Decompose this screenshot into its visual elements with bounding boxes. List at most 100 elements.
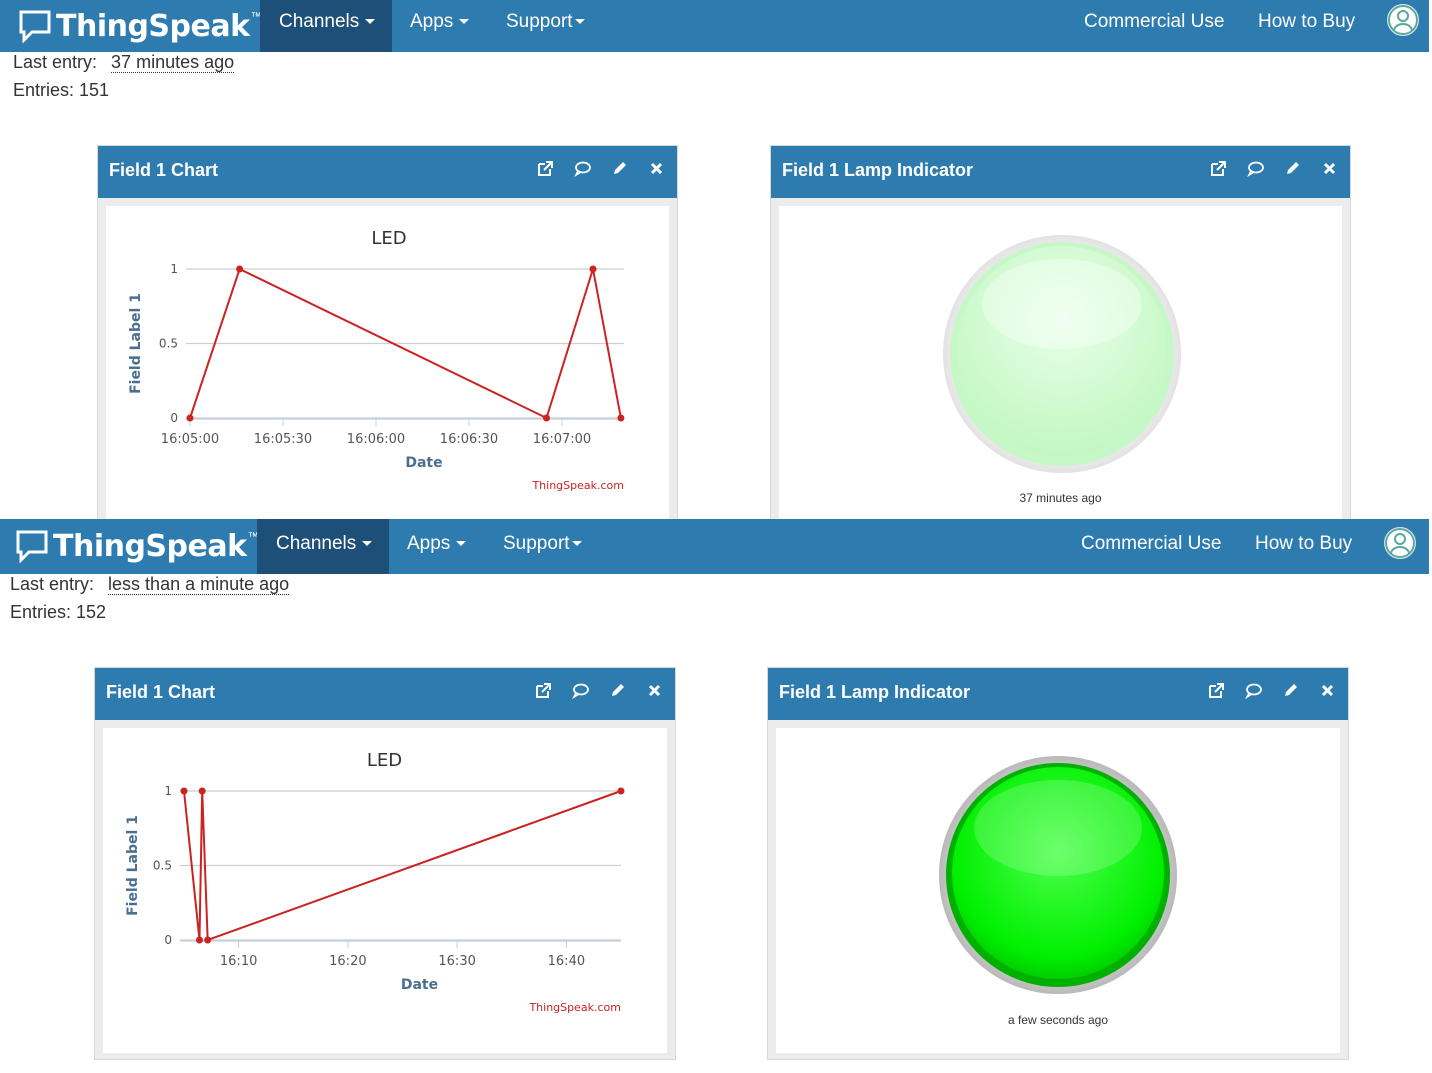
widget-header: Field 1 Lamp Indicator xyxy=(771,146,1350,198)
data-point xyxy=(617,787,625,795)
x-tick-label: 16:07:00 xyxy=(533,432,591,447)
last-entry-value: 37 minutes ago xyxy=(111,52,235,73)
nav-support-label: Support xyxy=(503,533,570,554)
data-point xyxy=(236,265,244,273)
data-point xyxy=(180,787,188,795)
chevron-down-icon xyxy=(456,541,467,547)
close-icon[interactable] xyxy=(648,160,665,177)
nav-channels[interactable]: Channels xyxy=(260,0,392,52)
x-axis-label: Date xyxy=(405,455,442,471)
lamp-widget: Field 1 Lamp Indicator 37 minutes ago xyxy=(770,145,1351,525)
lamp-area: 37 minutes ago xyxy=(779,206,1342,524)
last-entry: Last entry: less than a minute ago xyxy=(10,574,290,595)
nav-channels[interactable]: Channels xyxy=(257,519,389,574)
x-tick-label: 16:05:00 xyxy=(161,432,219,447)
y-tick-label: 0.5 xyxy=(159,337,178,351)
close-icon[interactable] xyxy=(646,682,663,699)
external-link-icon[interactable] xyxy=(535,682,552,699)
widget-title: Field 1 Lamp Indicator xyxy=(782,160,974,180)
nav-apps[interactable]: Apps xyxy=(410,0,470,52)
chart-credit: ThingSpeak.com xyxy=(528,1001,621,1014)
user-avatar-icon[interactable] xyxy=(1384,527,1416,559)
navbar: ThingSpeak ™ Channels Apps Support Commer… xyxy=(0,519,1429,574)
y-tick-label: 0 xyxy=(170,411,178,425)
y-axis-label: Field Label 1 xyxy=(128,293,144,394)
external-link-icon[interactable] xyxy=(537,160,554,177)
screenshot-top: ThingSpeak ™ Channels Apps Support Commer… xyxy=(0,0,1432,525)
chevron-down-icon xyxy=(574,19,585,25)
x-tick-label: 16:40 xyxy=(548,954,585,969)
entries-count: Entries: 152 xyxy=(10,602,107,622)
close-icon[interactable] xyxy=(1319,682,1336,699)
x-tick-label: 16:06:00 xyxy=(347,432,405,447)
lamp-caption: 37 minutes ago xyxy=(1019,491,1102,505)
lamp-caption: a few seconds ago xyxy=(1007,1013,1109,1027)
nav-apps-label: Apps xyxy=(410,11,454,32)
chat-logo-icon xyxy=(16,530,48,563)
widget-header: Field 1 Lamp Indicator xyxy=(768,668,1348,720)
chevron-down-icon xyxy=(571,541,582,547)
chart-title: LED xyxy=(371,228,406,249)
data-point xyxy=(204,936,212,944)
nav-support[interactable]: Support xyxy=(503,519,582,571)
chart-title: LED xyxy=(367,750,402,771)
nav-support[interactable]: Support xyxy=(506,0,585,52)
nav-commercial-use[interactable]: Commercial Use xyxy=(1081,519,1221,571)
thingspeak-logo[interactable]: ThingSpeak ™ xyxy=(15,524,259,568)
screenshot-bottom: ThingSpeak ™ Channels Apps Support Commer… xyxy=(0,519,1432,1073)
comment-icon[interactable] xyxy=(572,682,589,700)
data-point xyxy=(589,265,597,273)
nav-commercial-use[interactable]: Commercial Use xyxy=(1084,0,1224,52)
last-entry-label: Last entry: xyxy=(13,52,98,72)
entries-count: Entries: 151 xyxy=(13,80,110,100)
pencil-icon[interactable] xyxy=(1282,682,1299,699)
lamp-indicator-off xyxy=(943,235,1181,473)
nav-apps[interactable]: Apps xyxy=(407,519,467,571)
led-chart: LED 0 0.5 1 16:05:00 16:05:30 16:06:00 16:06:30… xyxy=(128,228,625,492)
pencil-icon[interactable] xyxy=(609,682,626,699)
data-point xyxy=(195,936,203,944)
nav-support-label: Support xyxy=(506,11,573,32)
external-link-icon[interactable] xyxy=(1210,160,1227,177)
x-tick-label: 16:20 xyxy=(329,954,366,969)
chart-area: LED 0 0.5 1 16:05:00 16:05:30 16:06:00 16:06:30… xyxy=(106,206,669,524)
x-tick-label: 16:06:30 xyxy=(440,432,498,447)
brand-name: ThingSpeak xyxy=(53,528,247,564)
x-tick-label: 16:30 xyxy=(438,954,475,969)
widget-title: Field 1 Chart xyxy=(106,682,216,702)
widget-title: Field 1 Lamp Indicator xyxy=(779,682,971,702)
y-tick-label: 1 xyxy=(164,784,172,798)
chart-widget: Field 1 Chart LED 0 0.5 1 16:10 16:20 16:30 16:… xyxy=(94,667,676,1060)
navbar: ThingSpeak ™ Channels Apps Support Commer… xyxy=(0,0,1429,52)
y-tick-label: 0.5 xyxy=(153,859,172,873)
x-tick-label: 16:05:30 xyxy=(254,432,312,447)
comment-icon[interactable] xyxy=(574,160,591,178)
widget-header: Field 1 Chart xyxy=(98,146,677,198)
thingspeak-logo[interactable]: ThingSpeak ™ xyxy=(18,4,262,48)
y-tick-label: 0 xyxy=(164,933,172,947)
comment-icon[interactable] xyxy=(1245,682,1262,700)
y-axis-label: Field Label 1 xyxy=(125,815,141,916)
close-icon[interactable] xyxy=(1321,160,1338,177)
widget-title: Field 1 Chart xyxy=(109,160,219,180)
nav-channels-label: Channels xyxy=(279,11,360,32)
y-tick-label: 1 xyxy=(170,262,178,276)
data-point xyxy=(617,414,625,422)
lamp-area: a few seconds ago xyxy=(776,728,1340,1053)
chart-credit: ThingSpeak.com xyxy=(531,479,624,492)
nav-apps-label: Apps xyxy=(407,533,451,554)
x-tick-label: 16:10 xyxy=(220,954,257,969)
pencil-icon[interactable] xyxy=(1284,160,1301,177)
lamp-indicator-on xyxy=(939,756,1177,994)
comment-icon[interactable] xyxy=(1247,160,1264,178)
user-avatar-icon[interactable] xyxy=(1387,4,1419,36)
nav-how-to-buy[interactable]: How to Buy xyxy=(1255,519,1352,571)
chart-area: LED 0 0.5 1 16:10 16:20 16:30 16:40 Date Field La… xyxy=(103,728,667,1053)
data-point xyxy=(198,787,206,795)
chat-logo-icon xyxy=(19,10,51,43)
brand-name: ThingSpeak xyxy=(56,8,250,44)
external-link-icon[interactable] xyxy=(1208,682,1225,699)
led-chart: LED 0 0.5 1 16:10 16:20 16:30 16:40 Date Field La… xyxy=(125,750,625,1014)
pencil-icon[interactable] xyxy=(611,160,628,177)
nav-how-to-buy[interactable]: How to Buy xyxy=(1258,0,1355,52)
